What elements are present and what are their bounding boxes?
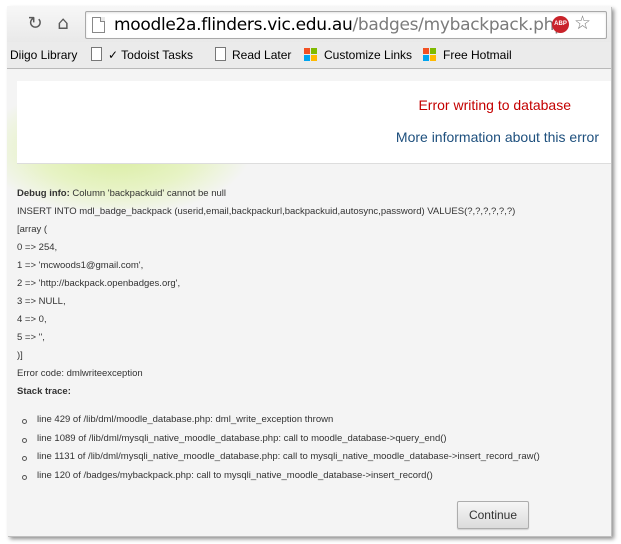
url-text[interactable]: moodle2a.flinders.vic.edu.au/badges/myba… [114, 15, 565, 35]
error-code: Error code: dmlwriteexception [17, 368, 143, 379]
stack-trace-item: line 1131 of /lib/dml/mysqli_native_mood… [17, 448, 607, 467]
windows-logo-icon [423, 48, 437, 62]
stack-trace-label: Stack trace: [17, 386, 71, 397]
bookmark-label: Read Later [232, 48, 292, 62]
debug-line: 2 => 'http://backpack.openbadges.org', [17, 278, 181, 289]
debug-line: )] [17, 350, 23, 361]
bookmark-label: ✓ Todoist Tasks [108, 48, 193, 62]
debug-line: 1 => 'mcwoods1@gmail.com', [17, 260, 144, 271]
stack-trace-item: line 120 of /badges/mybackpack.php: call… [17, 467, 607, 486]
page-icon [92, 17, 105, 33]
bookmarks-bar: Diigo Library ✓ Todoist Tasks Read Later… [7, 42, 611, 69]
bookmark-label: Customize Links [324, 48, 413, 62]
debug-line: 4 => 0, [17, 314, 47, 325]
debug-info: Debug info: Column 'backpackuid' cannot … [17, 185, 607, 401]
bookmark-star-icon[interactable]: ☆ [574, 12, 591, 34]
bookmark-read-later[interactable]: Read Later [215, 46, 291, 64]
debug-line: 0 => 254, [17, 242, 58, 253]
error-notice: Error writing to database More informati… [17, 81, 611, 164]
bookmark-free-hotmail[interactable]: Free Hotmail [423, 46, 512, 64]
windows-logo-icon [304, 48, 318, 62]
debug-line: [array ( [17, 224, 48, 235]
bookmark-label: Diigo Library [10, 48, 78, 62]
stack-trace-list: line 429 of /lib/dml/moodle_database.php… [17, 411, 607, 485]
url-host: moodle2a.flinders.vic.edu.au [114, 15, 353, 35]
bookmark-diigo-library[interactable]: Diigo Library [10, 46, 77, 64]
error-title: Error writing to database [418, 97, 571, 113]
stack-trace-item: line 429 of /lib/dml/moodle_database.php… [17, 411, 607, 430]
reload-icon[interactable]: ↻ [25, 14, 45, 34]
page-icon [91, 47, 102, 61]
page-content: Error writing to database More informati… [7, 69, 611, 536]
continue-button[interactable]: Continue [457, 501, 529, 529]
debug-info-text: Column 'backpackuid' cannot be null [69, 188, 227, 199]
debug-line: 5 => '', [17, 332, 45, 343]
browser-window: ↻ ⌂ moodle2a.flinders.vic.edu.au/badges/… [7, 6, 611, 536]
debug-info-line: Debug info: Column 'backpackuid' cannot … [17, 185, 607, 203]
home-icon[interactable]: ⌂ [53, 14, 73, 34]
browser-toolbar: ↻ ⌂ moodle2a.flinders.vic.edu.au/badges/… [7, 6, 611, 42]
stack-trace-item: line 1089 of /lib/dml/mysqli_native_mood… [17, 430, 607, 449]
url-path: /badges/mybackpack.php [352, 15, 565, 35]
debug-line: 3 => NULL, [17, 296, 66, 307]
adblock-icon[interactable]: ABP [552, 16, 569, 33]
bookmark-customize-links[interactable]: Customize Links [304, 46, 412, 64]
address-bar[interactable]: moodle2a.flinders.vic.edu.au/badges/myba… [85, 11, 607, 39]
page-icon [215, 47, 226, 61]
bookmark-label: Free Hotmail [443, 48, 512, 62]
bookmark-todoist-tasks[interactable]: ✓ Todoist Tasks [91, 46, 193, 64]
debug-line: INSERT INTO mdl_badge_backpack (userid,e… [17, 206, 516, 217]
debug-info-label: Debug info: [17, 188, 70, 199]
more-info-link[interactable]: More information about this error [396, 129, 599, 145]
